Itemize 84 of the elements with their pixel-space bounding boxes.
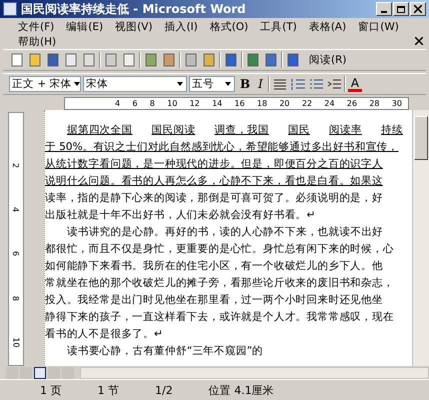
menu-item[interactable]: 帮助(H) <box>18 35 56 49</box>
toolbar-icon[interactable] <box>263 52 279 68</box>
menu-item[interactable]: 视图(V) <box>115 20 152 34</box>
document-text: 如何能静下来看书。我所在的住宅小区，有一个收破烂儿的乡下人。他 <box>45 260 383 272</box>
ruler-number: 24 <box>324 99 335 108</box>
toolbar-icon[interactable] <box>63 52 79 68</box>
document-text: 说明什么问题。看书的人再怎么多，心静不下来，看也是白看。如果这 <box>45 175 383 187</box>
menu-item[interactable]: 格式(O) <box>210 20 248 34</box>
font-color-button[interactable]: A <box>348 76 362 92</box>
close-icon[interactable] <box>415 37 423 45</box>
menu-item[interactable]: 文件(F) <box>18 20 54 34</box>
ruler-number: 8 <box>150 99 155 108</box>
toolbar-icon[interactable] <box>121 52 137 68</box>
ruler-number: 8 <box>12 296 20 301</box>
ruler-number: 16 <box>234 99 245 108</box>
close-icon <box>414 5 422 13</box>
toolbar-icon[interactable] <box>9 52 25 68</box>
view-button[interactable] <box>34 366 46 378</box>
ruler-number: 6 <box>12 251 20 257</box>
ruler-number: 12 <box>190 99 200 108</box>
ruler-number: 4 <box>12 207 20 212</box>
toolbar-icon[interactable] <box>245 52 261 68</box>
ruler-number: 2 <box>12 162 20 168</box>
maximize-button[interactable] <box>393 2 409 16</box>
document-text: 据第四次全国 <box>67 123 132 138</box>
status-text: 1 节 <box>98 382 119 398</box>
document-text: 都很忙，而且不仅是身忙，更重要的是心忙。身忙总有闲下来的时候，心 <box>45 243 394 255</box>
toolbar-icon[interactable] <box>201 52 217 68</box>
ruler-number: 4 <box>115 99 120 108</box>
toolbar-icon[interactable] <box>223 52 239 68</box>
ruler-number: 18 <box>257 99 268 108</box>
ruler-number: 6 <box>132 99 138 108</box>
document-text: 读书讲究的是心静。再好的书，读的人心静不下来，也就读不出好 <box>67 226 384 238</box>
toolbar-icon[interactable] <box>27 52 43 68</box>
minimize-button[interactable] <box>376 2 392 16</box>
toolbar-icon[interactable] <box>103 52 119 68</box>
read-button[interactable]: 阅读(R) <box>307 53 348 67</box>
ruler-number: 10 <box>167 99 178 108</box>
document-text: 国民阅读 <box>152 123 196 138</box>
menu-item[interactable]: 窗口(W) <box>358 20 399 34</box>
status-text: 位置 4.1厘米 <box>208 382 274 398</box>
style-dropdown[interactable]: 正文 + 宋体 <box>9 76 81 92</box>
toolbar-icon[interactable] <box>161 52 177 68</box>
toolbar-icon[interactable] <box>45 52 61 68</box>
document-text: 常就坐在他的那个收破烂儿的摊子旁，看那些论斤收来的废旧书和杂志， <box>45 277 394 289</box>
document-text: 调查，我国 <box>214 123 269 138</box>
document-text: 看书的人不是很多了。↵ <box>45 328 163 340</box>
ruler-number: 28 <box>369 99 380 108</box>
status-text: 1/2 <box>155 384 173 396</box>
ruler-number: 22 <box>302 99 312 108</box>
horizontal-scrollbar[interactable] <box>80 366 429 378</box>
vertical-scrollbar[interactable] <box>412 110 429 366</box>
document-text: 阅读率 <box>329 123 362 138</box>
toolbar-icon[interactable] <box>81 52 97 68</box>
document-text: 出版社就是十年不出好书，人们未必就会没有好书看。↵ <box>45 209 316 221</box>
font-dropdown[interactable]: 宋体 <box>83 76 187 92</box>
numbered-list-icon[interactable] <box>290 76 306 92</box>
ruler-number: 10 <box>12 338 20 348</box>
menu-item[interactable]: 表格(A) <box>308 20 346 34</box>
menu-item[interactable]: 插入(I) <box>164 20 198 34</box>
bold-button[interactable]: B <box>237 77 254 91</box>
size-dropdown[interactable]: 五号 <box>189 76 235 92</box>
document-text: 读率，指的是静下心来的阅读，那倒是可喜可贺了。必须说明的是，好 <box>45 192 383 204</box>
menu-item[interactable]: 工具(T) <box>260 20 297 34</box>
document-text: 投入。我经常是出门时见他坐在那里看，过一两个小时回来时还见他坐 <box>45 294 383 306</box>
toolbar-icon[interactable] <box>143 52 159 68</box>
menu-item[interactable]: 编辑(E) <box>66 20 104 34</box>
document-text: 于 50%。有识之士们对此自然感到忧心，希望能够通过多出好书和宣传， <box>45 141 399 153</box>
toolbar-icon[interactable] <box>183 52 199 68</box>
italic-button[interactable]: I <box>255 77 266 91</box>
ruler-number: 30 <box>392 99 402 108</box>
toolbar-icon[interactable] <box>285 52 301 68</box>
document-icon <box>3 2 17 16</box>
close-button[interactable] <box>410 2 426 16</box>
ruler-number: 20 <box>279 99 290 108</box>
document-text: 持续 <box>381 123 403 138</box>
ruler-number: 14 <box>212 99 222 108</box>
status-text: 1 页 <box>40 382 62 398</box>
document-text: 从统计数字看问题，是一种现代的进步。但是，即便百分之百的识字人 <box>45 158 383 170</box>
window-title: 国民阅读率持续走低 - Microsoft Word <box>21 0 247 18</box>
document-text: 国民 <box>288 123 310 138</box>
document-text: 读书要心静，古有董仲舒“三年不窥园”的 <box>67 345 264 357</box>
ruler-number: 26 <box>346 99 358 108</box>
document-text: 静得下来的孩子，一直这样看下去，或许就是个人才。我常常感叹，现在 <box>45 311 394 323</box>
